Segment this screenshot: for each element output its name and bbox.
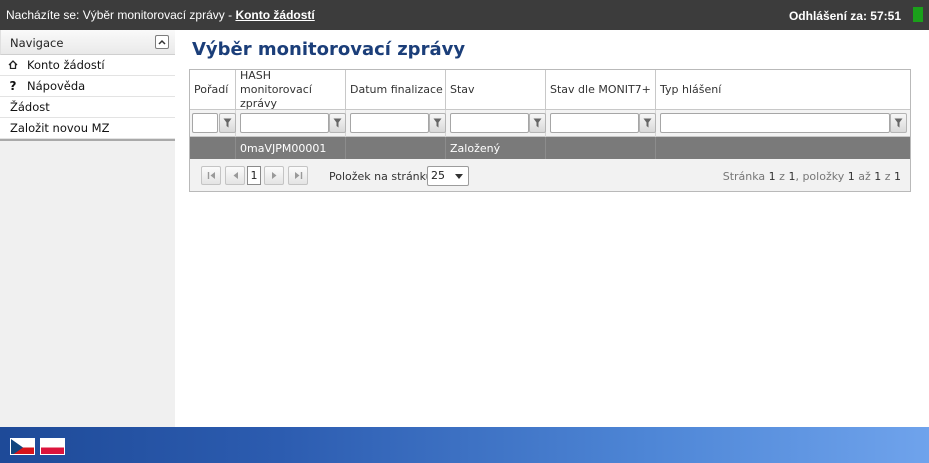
pager-total-label: z — [881, 170, 894, 183]
column-header-stav-monit[interactable]: Stav dle MONIT7+ — [546, 70, 656, 110]
filter-icon — [433, 118, 442, 128]
navigation-header: Navigace — [0, 30, 175, 55]
last-page-icon — [294, 172, 302, 179]
cell-stav-monit — [546, 137, 656, 159]
cell-typ-hlaseni — [656, 137, 910, 159]
monitoring-report-grid: Pořadí HASH monitorovací zprávy Datum fi… — [189, 69, 911, 192]
filter-cell — [346, 110, 446, 137]
navigation-title: Navigace — [10, 36, 64, 50]
previous-page-icon — [233, 172, 238, 179]
filter-icon — [533, 118, 542, 128]
pager-total: 1 — [894, 170, 901, 183]
footer — [0, 427, 929, 463]
filter-input-stav-monit[interactable] — [550, 113, 639, 133]
table-row[interactable]: 0maVJPM00001 Založený — [190, 137, 910, 159]
sidebar-item-zadost[interactable]: Žádost — [0, 97, 175, 118]
help-icon: ? — [9, 79, 17, 93]
current-page-number[interactable]: 1 — [247, 166, 261, 185]
previous-page-button[interactable] — [225, 166, 245, 185]
sidebar-item-napoveda[interactable]: ? Nápověda — [0, 76, 175, 97]
filter-cell — [190, 110, 236, 137]
logout-timer: Odhlášení za: 57:51 — [788, 9, 901, 23]
column-header-hash[interactable]: HASH monitorovací zprávy — [236, 69, 346, 110]
filter-row — [190, 110, 910, 137]
filter-cell — [656, 110, 910, 137]
cell-poradi — [190, 137, 236, 159]
pager-to-label: až — [854, 170, 875, 183]
filter-input-datum[interactable] — [350, 113, 429, 133]
filter-cell — [236, 110, 346, 137]
collapse-button[interactable] — [155, 35, 169, 49]
breadcrumb-prefix: Nacházíte se: Výběr monitorovací zprávy … — [6, 8, 236, 22]
items-per-page-label: Položek na stránku — [329, 170, 433, 183]
filter-button[interactable] — [329, 113, 346, 133]
filter-button[interactable] — [639, 113, 656, 133]
filter-button[interactable] — [890, 113, 907, 133]
filter-icon — [643, 118, 652, 128]
breadcrumb: Nacházíte se: Výběr monitorovací zprávy … — [6, 8, 315, 22]
navigation-list: Konto žádostí ? Nápověda Žádost Založit … — [0, 55, 175, 141]
filter-icon — [223, 118, 232, 128]
page-title: Výběr monitorovací zprávy — [192, 39, 466, 60]
session-status-indicator — [913, 7, 923, 22]
first-page-icon — [207, 172, 215, 179]
filter-input-stav[interactable] — [450, 113, 529, 133]
column-header-poradi[interactable]: Pořadí — [190, 70, 236, 110]
cell-datum-finalizace — [346, 137, 446, 159]
sidebar-item-label: Žádost — [10, 100, 50, 114]
column-header-stav[interactable]: Stav — [446, 70, 546, 110]
filter-input-poradi[interactable] — [192, 113, 218, 133]
polish-flag-icon[interactable] — [40, 438, 65, 455]
filter-button[interactable] — [429, 113, 446, 133]
filter-input-hash[interactable] — [240, 113, 329, 133]
sidebar-item-zalozit-novou-mz[interactable]: Založit novou MZ — [0, 118, 175, 139]
sidebar-item-label: Konto žádostí — [27, 58, 105, 72]
chevron-up-icon — [158, 39, 166, 45]
grid-header: Pořadí HASH monitorovací zprávy Datum fi… — [190, 69, 910, 110]
filter-button[interactable] — [529, 113, 546, 133]
pager-of: z — [775, 170, 789, 183]
czech-flag-icon[interactable] — [10, 438, 35, 455]
breadcrumb-link-konto[interactable]: Konto žádostí — [235, 8, 314, 22]
items-per-page-value: 25 — [431, 169, 445, 182]
filter-icon — [894, 118, 903, 128]
items-per-page-select[interactable]: 25 — [427, 166, 469, 186]
cell-hash: 0maVJPM00001 — [236, 137, 346, 159]
pager-info: Stránka 1 z 1, položky 1 až 1 z 1 — [723, 170, 901, 183]
sidebar-item-konto-zadosti[interactable]: Konto žádostí — [0, 55, 175, 76]
pager: 1 Položek na stránku 25 Stránka 1 z 1, p… — [190, 159, 910, 191]
filter-cell — [446, 110, 546, 137]
last-page-button[interactable] — [288, 166, 308, 185]
dropdown-arrow-icon — [455, 174, 463, 179]
cell-stav: Založený — [446, 137, 546, 159]
column-header-typ-hlaseni[interactable]: Typ hlášení — [656, 70, 910, 110]
home-icon — [3, 59, 23, 72]
sidebar-item-label: Nápověda — [27, 79, 86, 93]
sidebar-item-label: Založit novou MZ — [10, 121, 110, 135]
pager-page: 1 — [768, 170, 776, 183]
pager-items-label: , položky — [795, 170, 848, 183]
sidebar: Navigace Konto žádostí ? Nápověda Žádost… — [0, 30, 175, 427]
filter-button[interactable] — [219, 113, 236, 133]
next-page-button[interactable] — [264, 166, 284, 185]
next-page-icon — [271, 172, 276, 179]
filter-icon — [333, 118, 342, 128]
pager-info-prefix: Stránka — [722, 170, 769, 183]
filter-input-typ-hlaseni[interactable] — [660, 113, 890, 133]
filter-cell — [546, 110, 656, 137]
column-header-datum-finalizace[interactable]: Datum finalizace — [346, 70, 446, 110]
pager-from: 1 — [847, 170, 855, 183]
first-page-button[interactable] — [201, 166, 221, 185]
top-bar: Nacházíte se: Výběr monitorovací zprávy … — [0, 0, 929, 30]
main-content: Výběr monitorovací zprávy Pořadí HASH mo… — [175, 30, 929, 427]
